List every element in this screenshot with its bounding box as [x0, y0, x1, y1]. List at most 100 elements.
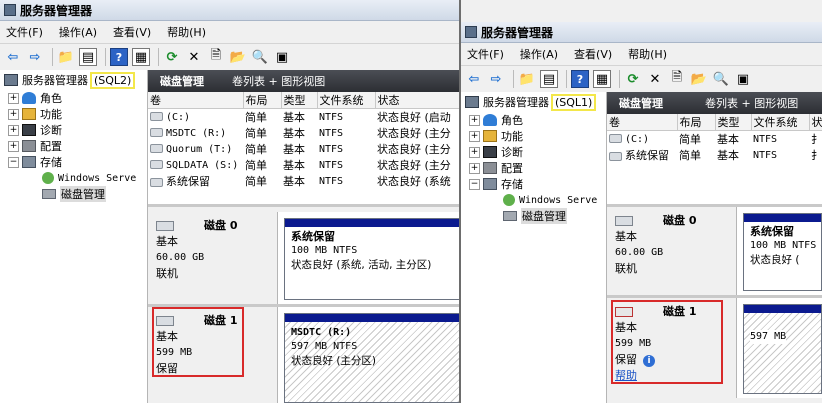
column-type[interactable]: 类型	[715, 114, 752, 131]
partition-status: 状态良好 (系统, 活动, 主分区)	[291, 259, 432, 271]
tree-item-roles[interactable]: + 角色	[8, 90, 62, 106]
properties-pane-icon[interactable]: ▦	[593, 70, 611, 88]
column-layout[interactable]: 布局	[677, 114, 716, 131]
storage-icon	[22, 156, 36, 168]
table-row[interactable]: 系统保留 简单 基本 NTFS 扌	[607, 147, 822, 163]
tree-item-windows-server-backup[interactable]: Windows Serve	[503, 192, 597, 208]
up-folder-icon[interactable]: 📁	[57, 48, 75, 66]
left-toolbar: ⇦ ⇨ 📁 ▤ ? ▦ ⟳ ✕ 🗎 📂 🔍 ▣	[0, 44, 460, 71]
refresh-icon[interactable]: ⟳	[624, 70, 642, 88]
expand-icon[interactable]: +	[8, 108, 19, 120]
partition-size: 100 MB NTFS	[291, 245, 358, 256]
expand-icon[interactable]: +	[469, 114, 480, 126]
column-layout[interactable]: 布局	[243, 92, 282, 109]
disk-0-row: 磁盘 0 基本 60.00 GB 联机 系统保留 100 MB NTFS 状态良…	[148, 212, 460, 307]
left-menu-bar: 文件(F) 操作(A) 查看(V) 帮助(H)	[0, 21, 460, 44]
tree-item-label: 磁盘管理	[60, 186, 106, 202]
table-row[interactable]: Quorum (T:) 简单 基本 NTFS 状态良好 (主分	[148, 141, 460, 157]
expand-icon[interactable]: +	[469, 162, 480, 174]
up-folder-icon[interactable]: 📁	[518, 70, 536, 88]
left-content: 服务器管理器 (SQL2) + 角色 + 功能 + 诊断 + 配置 − 存储 W…	[0, 70, 460, 403]
left-server-manager-window: 服务器管理器 文件(F) 操作(A) 查看(V) 帮助(H) ⇦ ⇨ 📁 ▤ ?…	[0, 0, 460, 403]
volume-filesystem: NTFS	[319, 175, 344, 187]
expand-icon[interactable]: +	[469, 130, 480, 142]
properties-icon[interactable]: 🗎	[207, 48, 225, 66]
left-volume-list: 卷 布局 类型 文件系统 状态 (C:) 简单 基本 NTFS 状态良好 (启动	[148, 92, 460, 207]
menu-view[interactable]: 查看(V)	[574, 46, 612, 62]
disk-0-label[interactable]: 磁盘 0 基本 60.00 GB 联机	[607, 207, 737, 295]
tree-root[interactable]: 服务器管理器 (SQL2)	[4, 71, 136, 89]
tree-item-storage[interactable]: − 存储	[469, 176, 523, 192]
expand-icon[interactable]: +	[8, 140, 19, 152]
show-hide-tree-icon[interactable]: ▤	[79, 48, 97, 66]
tree-item-features[interactable]: + 功能	[8, 106, 62, 122]
tree-item-windows-server-backup[interactable]: Windows Serve	[42, 170, 136, 186]
expand-icon[interactable]: +	[8, 124, 19, 136]
back-arrow-icon[interactable]: ⇦	[4, 48, 22, 66]
column-status[interactable]: 状	[809, 114, 822, 131]
tree-item-configuration[interactable]: + 配置	[8, 138, 62, 154]
open-folder-icon[interactable]: 📂	[229, 48, 247, 66]
expand-icon[interactable]: +	[469, 146, 480, 158]
tree-item-disk-management[interactable]: 磁盘管理	[503, 208, 567, 224]
open-folder-icon[interactable]: 📂	[690, 70, 708, 88]
menu-file[interactable]: 文件(F)	[6, 24, 43, 40]
delete-icon[interactable]: ✕	[185, 48, 203, 66]
menu-help[interactable]: 帮助(H)	[628, 46, 667, 62]
disk-0-partition[interactable]: 系统保留 100 MB NTFS 状态良好 (系统, 活动, 主分区)	[284, 218, 460, 300]
table-row[interactable]: SQLDATA (S:) 简单 基本 NTFS 状态良好 (主分	[148, 157, 460, 173]
partition-size: 597 MB NTFS	[291, 341, 358, 352]
disk-wizard-icon[interactable]: ▣	[273, 48, 291, 66]
properties-pane-icon[interactable]: ▦	[132, 48, 150, 66]
tree-item-diagnostics[interactable]: + 诊断	[469, 144, 523, 160]
delete-icon[interactable]: ✕	[646, 70, 664, 88]
table-row[interactable]: (C:) 简单 基本 NTFS 状态良好 (启动	[148, 109, 460, 126]
expand-icon[interactable]: +	[8, 92, 19, 104]
show-hide-tree-icon[interactable]: ▤	[540, 70, 558, 88]
forward-arrow-icon[interactable]: ⇨	[26, 48, 44, 66]
search-icon[interactable]: 🔍	[712, 70, 730, 88]
menu-help[interactable]: 帮助(H)	[167, 24, 206, 40]
help-icon[interactable]: ?	[110, 48, 128, 66]
tree-item-features[interactable]: + 功能	[469, 128, 523, 144]
menu-view[interactable]: 查看(V)	[113, 24, 151, 40]
disk-0-partition[interactable]: 系统保留 100 MB NTFS 状态良好 (	[743, 213, 822, 291]
tree-item-storage[interactable]: − 存储	[8, 154, 62, 170]
help-icon[interactable]: ?	[571, 70, 589, 88]
tree-item-label: Windows Serve	[58, 172, 137, 184]
tree-root[interactable]: 服务器管理器 (SQL1)	[465, 93, 597, 111]
column-volume[interactable]: 卷	[148, 92, 244, 109]
table-row[interactable]: (C:) 简单 基本 NTFS 扌	[607, 131, 822, 148]
properties-icon[interactable]: 🗎	[668, 70, 686, 88]
tree-item-roles[interactable]: + 角色	[469, 112, 523, 128]
column-filesystem[interactable]: 文件系统	[317, 92, 376, 109]
disk-1-partition[interactable]: MSDTC (R:) 597 MB NTFS 状态良好 (主分区)	[284, 313, 460, 403]
tree-item-configuration[interactable]: + 配置	[469, 160, 523, 176]
collapse-icon[interactable]: −	[8, 156, 19, 168]
search-icon[interactable]: 🔍	[251, 48, 269, 66]
table-row[interactable]: 系统保留 简单 基本 NTFS 状态良好 (系统	[148, 173, 460, 189]
volume-icon	[150, 144, 163, 153]
menu-action[interactable]: 操作(A)	[59, 24, 97, 40]
column-filesystem[interactable]: 文件系统	[751, 114, 810, 131]
column-volume[interactable]: 卷	[607, 114, 678, 131]
collapse-icon[interactable]: −	[469, 178, 480, 190]
forward-arrow-icon[interactable]: ⇨	[487, 70, 505, 88]
table-row[interactable]: MSDTC (R:) 简单 基本 NTFS 状态良好 (主分	[148, 125, 460, 141]
disk-0-label[interactable]: 磁盘 0 基本 60.00 GB 联机	[148, 212, 278, 304]
refresh-icon[interactable]: ⟳	[163, 48, 181, 66]
view-mode-label: 卷列表 + 图形视图	[705, 97, 799, 110]
volume-name: (C:)	[625, 133, 650, 145]
column-status[interactable]: 状态	[375, 92, 460, 109]
disk-wizard-icon[interactable]: ▣	[734, 70, 752, 88]
tree-item-disk-management[interactable]: 磁盘管理	[42, 186, 106, 202]
disk-1-partition[interactable]: 597 MB	[743, 304, 822, 394]
menu-file[interactable]: 文件(F)	[467, 46, 504, 62]
column-type[interactable]: 类型	[281, 92, 318, 109]
back-arrow-icon[interactable]: ⇦	[465, 70, 483, 88]
right-window-title: 服务器管理器	[481, 25, 554, 40]
disk-0-row: 磁盘 0 基本 60.00 GB 联机 系统保留 100 MB NTFS 状态良…	[607, 207, 822, 298]
menu-action[interactable]: 操作(A)	[520, 46, 558, 62]
right-disk-management-pane: 磁盘管理 卷列表 + 图形视图 卷 布局 类型 文件系统 状 (C:) 简单 基…	[607, 92, 822, 403]
tree-item-diagnostics[interactable]: + 诊断	[8, 122, 62, 138]
